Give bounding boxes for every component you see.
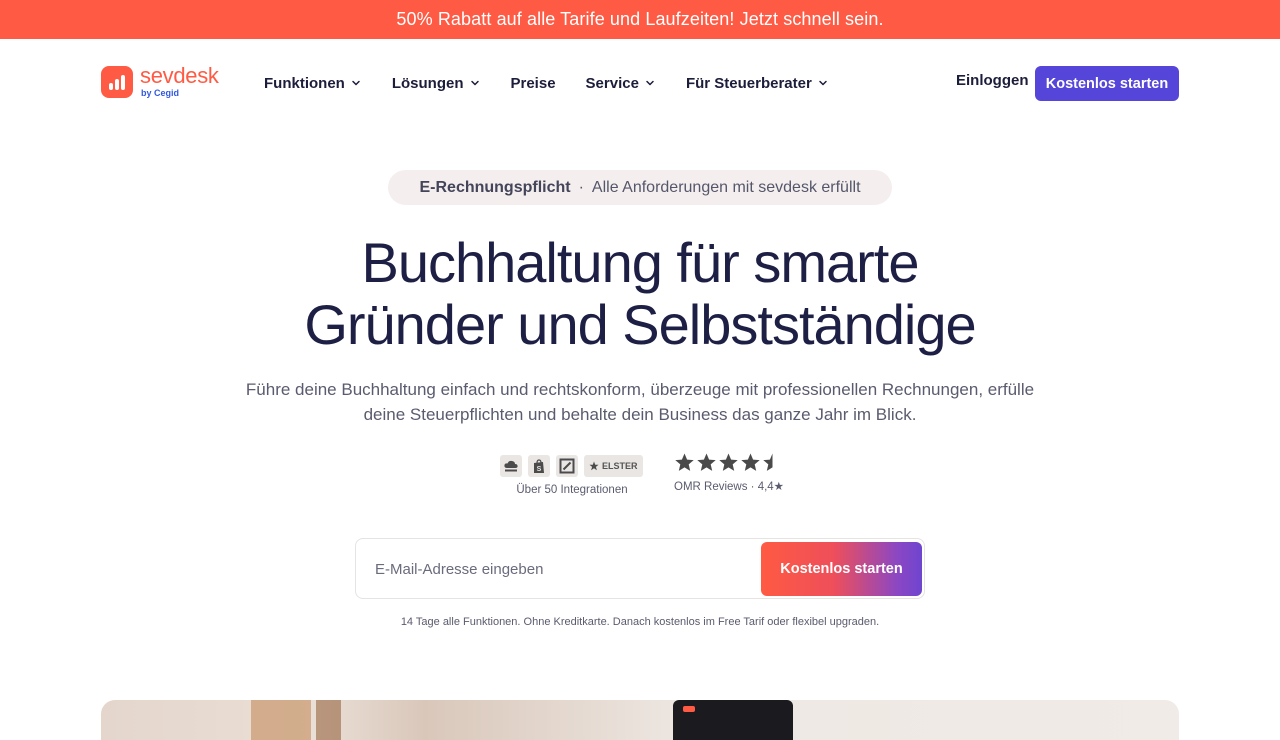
signup-fine-print: 14 Tage alle Funktionen. Ohne Kreditkart…	[400, 616, 880, 628]
reviews-label: OMR Reviews · 4,4★	[674, 481, 784, 493]
nav-item-service[interactable]: Service	[586, 72, 655, 94]
site-header: sevdesk by Cegid Funktionen Lösungen Pre…	[0, 39, 1280, 127]
pill-separator: ·	[578, 178, 584, 196]
e-invoice-pill[interactable]: E-Rechnungspflicht · Alle Anforderungen …	[388, 170, 892, 205]
nav-label: Lösungen	[391, 74, 464, 92]
elster-label: ELSTER	[602, 461, 638, 471]
star-icon	[741, 453, 760, 471]
pill-text: Alle Anforderungen mit sevdesk erfüllt	[591, 178, 861, 196]
nav-item-fuer-steuerberater[interactable]: Für Steuerberater	[686, 72, 828, 94]
signup-form: Kostenlos starten	[355, 538, 925, 599]
start-free-button[interactable]: Kostenlos starten	[1035, 66, 1179, 101]
nav-label: Preise	[510, 74, 556, 92]
deutsche-bank-icon	[556, 455, 578, 477]
chevron-down-icon	[819, 80, 827, 86]
nav-item-funktionen[interactable]: Funktionen	[264, 72, 361, 94]
star-icon	[719, 453, 738, 471]
promo-text: 50% Rabatt auf alle Tarife und Laufzeite…	[396, 9, 884, 29]
main-nav: Funktionen Lösungen Preise Service Für S…	[264, 72, 828, 94]
omr-reviews-block[interactable]: OMR Reviews · 4,4★	[674, 452, 784, 493]
login-link[interactable]: Einloggen	[956, 72, 1029, 89]
nav-label: Service	[585, 74, 639, 92]
elster-icon: ELSTER	[584, 455, 643, 477]
subtitle-line-1: Führe deine Buchhaltung einfach und rech…	[245, 380, 1035, 399]
nav-item-loesungen[interactable]: Lösungen	[392, 72, 480, 94]
chevron-down-icon	[470, 80, 479, 86]
datev-cloud-icon	[500, 455, 522, 477]
logo-byline: by Cegid	[141, 88, 180, 98]
pill-strong: E-Rechnungspflicht	[419, 178, 571, 196]
star-icon	[763, 453, 773, 471]
star-icon	[697, 453, 716, 471]
signup-start-free-button[interactable]: Kostenlos starten	[761, 542, 922, 596]
rating-stars	[674, 452, 784, 473]
star-icon	[675, 453, 694, 471]
chevron-down-icon	[646, 80, 654, 86]
svg-text:S: S	[537, 466, 542, 473]
logo-bars-icon	[101, 65, 133, 98]
subtitle-line-2: deine Steuerpflichten und behalte dein B…	[363, 405, 917, 424]
shopify-icon: S	[528, 455, 550, 477]
logo-wordmark: sevdesk	[140, 63, 219, 88]
promo-banner[interactable]: 50% Rabatt auf alle Tarife und Laufzeite…	[0, 0, 1280, 39]
nav-label: Für Steuerberater	[685, 74, 812, 92]
nav-item-preise[interactable]: Preise	[511, 72, 556, 94]
hero-subtitle: Führe deine Buchhaltung einfach und rech…	[220, 377, 1060, 427]
title-line-1: Buchhaltung für smarte	[361, 231, 920, 294]
nav-label: Funktionen	[264, 74, 345, 92]
integrations-block: S ELSTER Über 50 Integrationen	[500, 455, 644, 496]
title-line-2: Gründer und Selbstständige	[304, 293, 976, 356]
email-input[interactable]	[375, 558, 755, 580]
chevron-down-icon	[352, 80, 360, 86]
page-title: Buchhaltung für smarte Gründer und Selbs…	[200, 232, 1080, 356]
hero-image	[101, 700, 1179, 740]
sevdesk-logo[interactable]: sevdesk by Cegid	[101, 65, 219, 98]
integrations-label: Über 50 Integrationen	[516, 484, 628, 496]
